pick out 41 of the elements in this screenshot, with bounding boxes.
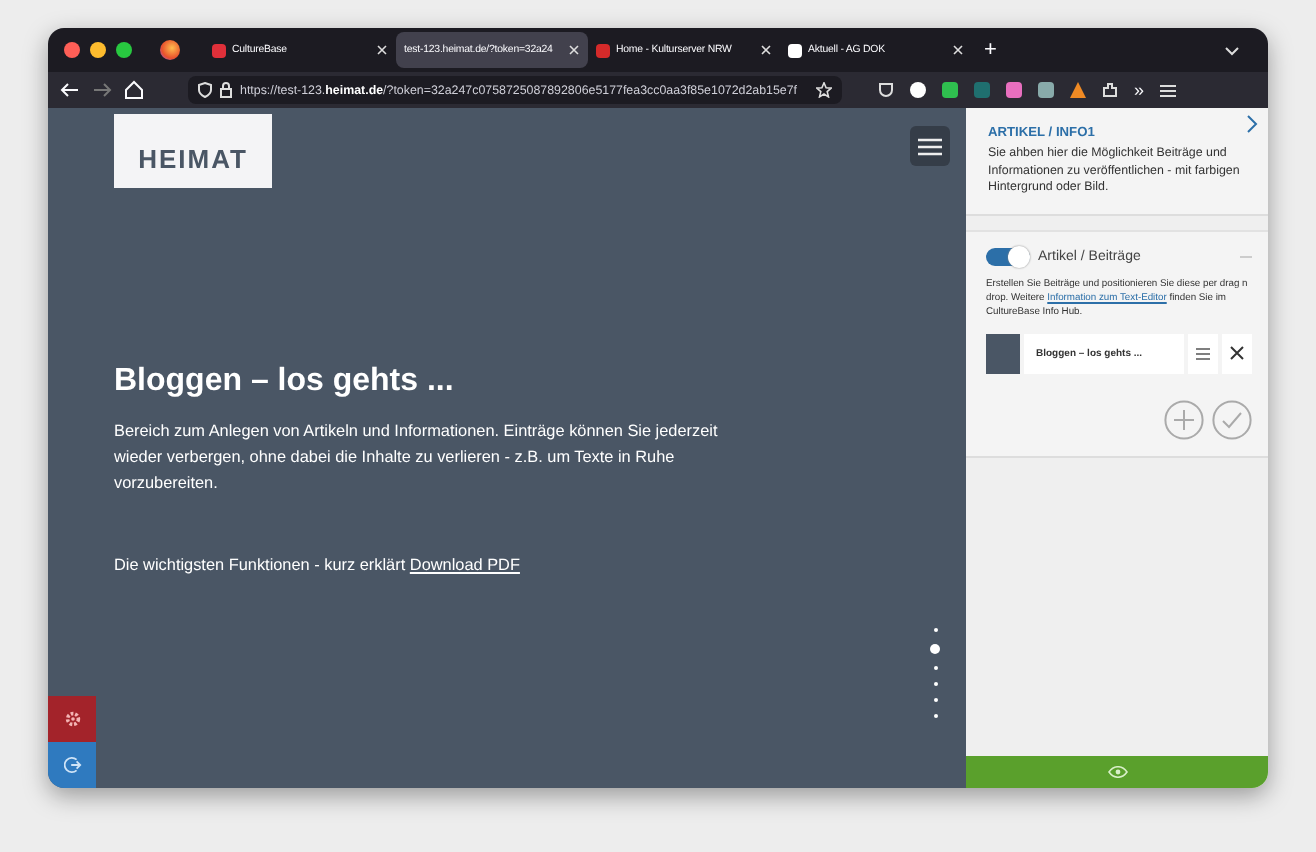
lock-icon[interactable] <box>220 82 232 98</box>
functions-text: Die wichtigsten Funktionen - kurz erklärt Download PDF <box>114 556 522 574</box>
toggle-switch[interactable] <box>986 247 1030 265</box>
pocket-icon[interactable] <box>878 82 894 98</box>
back-arrow-icon[interactable] <box>60 80 80 100</box>
chevron-right-icon[interactable] <box>1244 114 1260 134</box>
new-tab-button[interactable]: + <box>984 38 997 62</box>
heimat-logo[interactable]: HEIMAT <box>114 114 272 188</box>
chevron-down-icon[interactable] <box>1224 45 1240 55</box>
cone-icon[interactable] <box>1070 82 1086 98</box>
browser-logo-icon[interactable] <box>160 40 180 60</box>
gear-icon <box>63 710 81 728</box>
menu-button[interactable] <box>910 126 950 166</box>
forward-arrow-icon[interactable] <box>92 80 112 100</box>
delete-button[interactable] <box>1222 333 1252 373</box>
home-icon[interactable] <box>124 80 144 100</box>
slide-dot[interactable] <box>930 644 940 654</box>
close-icon <box>1230 346 1244 360</box>
page-heading: Bloggen – los gehts ... <box>114 364 456 400</box>
download-link[interactable]: Download PDF <box>409 556 520 574</box>
close-window-icon[interactable] <box>64 42 80 58</box>
intro-paragraph: Bereich zum Anlegen von Artikeln und Informationen. Einträge können Sie jederzeit wieder verbergen, ohne dabei die Inhalte zu verlieren - z.B. um Texte in Ruhe vorzubereiten. <box>114 420 720 496</box>
entry-thumbnail <box>986 333 1020 373</box>
menu-icon[interactable] <box>1160 83 1177 97</box>
menu-icon <box>1196 347 1210 359</box>
close-icon[interactable] <box>952 44 964 56</box>
eye-icon <box>1107 766 1127 778</box>
zoom-window-icon[interactable] <box>116 42 132 58</box>
close-icon[interactable] <box>760 44 772 56</box>
logout-button[interactable] <box>48 742 96 788</box>
puzzle-icon[interactable] <box>1102 82 1118 98</box>
shield-icon[interactable] <box>198 82 212 98</box>
star-icon[interactable] <box>816 82 832 98</box>
overflow-button[interactable]: » <box>1134 80 1145 100</box>
close-icon[interactable] <box>568 44 580 56</box>
menu-icon <box>918 137 942 155</box>
settings-button[interactable] <box>48 696 96 742</box>
logout-icon <box>63 756 81 774</box>
minimize-window-icon[interactable] <box>90 42 106 58</box>
close-icon[interactable] <box>376 44 388 56</box>
drag-handle[interactable] <box>1188 333 1218 373</box>
